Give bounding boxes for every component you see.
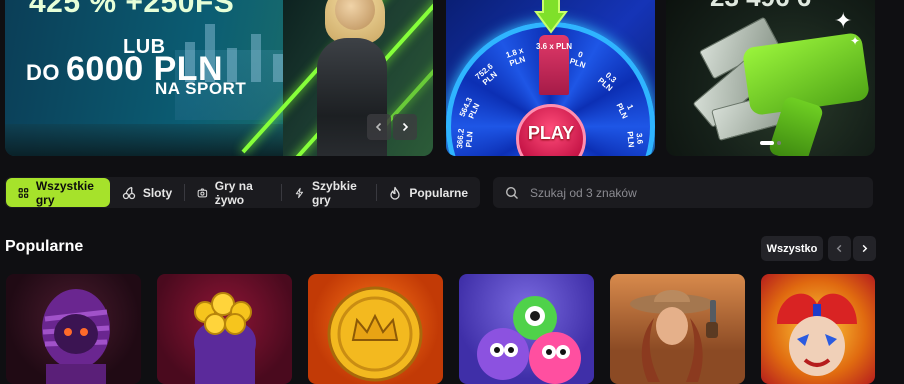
coin-sack-artwork xyxy=(194,292,256,384)
monsters-artwork xyxy=(477,296,581,384)
grid-icon xyxy=(18,187,29,198)
cherries-icon xyxy=(122,186,135,199)
banner-prev-button[interactable] xyxy=(367,114,391,140)
sparkle-icon: ✦ xyxy=(834,8,853,33)
wheel-pointer-icon xyxy=(534,0,568,34)
banner-sport-text: NA SPORT xyxy=(155,79,247,98)
banner-headline: 425 % +250FS xyxy=(29,0,235,19)
category-filter-bar: Wszystkie gry Sloty Gry na żywo Szybkie … xyxy=(5,177,480,208)
carousel-dot-active[interactable] xyxy=(760,141,774,145)
game-tile-cowgirl[interactable] xyxy=(610,274,745,384)
cowgirl-artwork xyxy=(630,290,718,382)
game-tile-jester[interactable] xyxy=(761,274,875,384)
category-live-games[interactable]: Gry na żywo xyxy=(185,178,281,207)
category-all-games[interactable]: Wszystkie gry xyxy=(6,178,110,207)
category-label: Sloty xyxy=(142,185,173,200)
wheel-label: 3.6 PLN xyxy=(625,131,645,148)
carousel-next-button[interactable] xyxy=(853,236,876,261)
chevron-right-icon xyxy=(862,244,868,253)
game-tile-monsters[interactable] xyxy=(459,274,594,384)
carousel-dot[interactable] xyxy=(777,141,781,145)
promo-banner-cash[interactable]: 23 496 6 ✦ ✦ xyxy=(666,0,875,156)
category-fast-games[interactable]: Szybkie gry xyxy=(282,178,375,207)
category-popular[interactable]: Popularne xyxy=(376,178,480,207)
mummy-artwork xyxy=(42,289,110,384)
chevron-left-icon xyxy=(375,122,382,132)
carousel-prev-button[interactable] xyxy=(828,236,851,261)
gold-coin-artwork xyxy=(327,286,423,382)
section-title: Popularne xyxy=(5,238,84,255)
promo-banner-wheel[interactable]: 3.6 x PLN 1.8 x PLN 0 PLN 752.6 PLN 0.3 … xyxy=(446,0,655,156)
category-label: Szybkie gry xyxy=(312,178,357,207)
chevron-right-icon xyxy=(402,122,409,132)
game-tile-mummy[interactable] xyxy=(6,274,141,384)
wheel-label: 3.6 x PLN xyxy=(536,42,573,51)
category-slots[interactable]: Sloty xyxy=(110,178,184,207)
search-icon xyxy=(505,186,518,199)
game-tile-coin-sack[interactable] xyxy=(157,274,292,384)
game-search-box[interactable] xyxy=(493,177,873,208)
wheel-label: 366.2 PLN xyxy=(455,128,475,149)
lightning-icon xyxy=(296,187,304,198)
game-tile-gold-coin[interactable] xyxy=(308,274,443,384)
banner-amount-prefix: DO xyxy=(26,60,60,85)
category-label: Popularne xyxy=(409,185,469,200)
carousel-dots xyxy=(760,141,781,145)
search-input[interactable] xyxy=(528,184,832,201)
category-label: Gry na żywo xyxy=(214,178,253,207)
flame-icon xyxy=(390,186,400,200)
sparkle-icon: ✦ xyxy=(850,34,861,48)
category-label: Wszystkie gry xyxy=(35,178,94,207)
banner-next-button[interactable] xyxy=(393,114,417,140)
promo-banner-casino-sport[interactable]: 425 % +250FS LUB DO 6000 PLN NA SPORT xyxy=(5,0,433,156)
banner-cash-text: 23 496 6 xyxy=(710,0,811,13)
live-camera-icon xyxy=(197,187,208,197)
jester-artwork xyxy=(777,293,857,376)
chevron-left-icon xyxy=(836,244,842,253)
see-all-button[interactable]: Wszystko xyxy=(761,236,823,261)
